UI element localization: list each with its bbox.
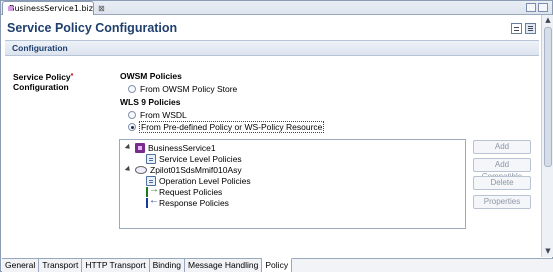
radio-indicator[interactable] (128, 85, 136, 93)
vertical-scrollbar[interactable]: ▲ ▼ (541, 15, 553, 257)
layout-toggle (511, 23, 536, 34)
tree-node-label: Request Policies (159, 186, 223, 197)
tab-http-transport[interactable]: HTTP Transport (82, 259, 150, 272)
radio-indicator-selected[interactable] (128, 123, 136, 131)
add-button[interactable]: Add (473, 140, 531, 154)
wls9-policies-heading: WLS 9 Policies (120, 97, 181, 107)
response-arrow-icon (146, 195, 159, 208)
service-policy-configuration-label: Service Policy* Configuration (13, 72, 73, 92)
tree-node-label: Operation Level Policies (159, 175, 251, 186)
tree-node-label: Response Policies (159, 197, 229, 208)
radio-from-wsdl[interactable]: From WSDL (128, 110, 187, 120)
editor-content: Service Policy Configuration Configurati… (2, 15, 540, 257)
radio-label: From OWSM Policy Store (140, 84, 238, 94)
expand-icon[interactable] (124, 165, 134, 174)
add-compatible-button[interactable]: Add Compatible (473, 158, 531, 181)
tree-node-label: Zpilot01SdsMmif010Asy (150, 164, 242, 175)
close-tab-icon[interactable]: ⊠ (98, 4, 105, 13)
tree-node-label: Service Level Policies (159, 153, 242, 164)
maximize-button[interactable] (538, 3, 548, 12)
business-service-icon (135, 142, 145, 153)
editor-tab-label: BusinessService1.biz (9, 4, 93, 13)
tree-node-operation[interactable]: Zpilot01SdsMmif010Asy (124, 164, 242, 175)
tab-policy[interactable]: Policy (262, 258, 293, 272)
page-title: Service Policy Configuration (7, 21, 178, 35)
tab-general[interactable]: General (2, 259, 40, 272)
tree-node-service-level-policies[interactable]: Service Level Policies (146, 153, 242, 164)
tree-node-response-policies[interactable]: Response Policies (146, 195, 229, 208)
scroll-up-icon[interactable]: ▲ (544, 16, 552, 24)
radio-owsm-policy-store[interactable]: From OWSM Policy Store (128, 84, 237, 94)
list-layout-icon[interactable] (525, 23, 536, 34)
radio-label: From WSDL (140, 110, 187, 120)
tree-node-label: BusinessService1 (148, 142, 216, 153)
tree-node-operation-level-policies[interactable]: Operation Level Policies (146, 175, 251, 186)
minimize-button[interactable] (526, 3, 536, 12)
window-controls (526, 3, 548, 12)
configuration-section-header[interactable]: Configuration (5, 40, 539, 56)
operation-icon (135, 165, 147, 174)
radio-label: From Pre-defined Policy or WS-Policy Res… (138, 121, 325, 133)
grid-layout-icon[interactable] (511, 23, 522, 34)
tab-message-handling[interactable]: Message Handling (184, 259, 263, 272)
required-marker: * (70, 73, 74, 80)
delete-button[interactable]: Delete (473, 176, 531, 190)
properties-button[interactable]: Properties (473, 195, 531, 209)
tree-node-service[interactable]: BusinessService1 (124, 142, 216, 153)
policy-tree[interactable]: BusinessService1 Service Level Policies … (119, 139, 466, 229)
bottom-tab-bar: General Transport HTTP Transport Binding… (2, 258, 553, 272)
editor-tab-bar: BusinessService1.biz ⊠ (1, 1, 552, 15)
expand-icon[interactable] (124, 143, 134, 152)
tab-binding[interactable]: Binding (149, 259, 185, 272)
policy-folder-icon (146, 153, 156, 164)
editor-frame: BusinessService1.biz ⊠ Service Policy Co… (0, 0, 553, 272)
field-label-line2: Configuration (13, 82, 69, 92)
radio-indicator[interactable] (128, 111, 136, 119)
radio-predefined-policy[interactable]: From Pre-defined Policy or WS-Policy Res… (128, 121, 325, 133)
scrollbar-thumb[interactable] (544, 27, 552, 167)
tab-transport[interactable]: Transport (39, 259, 83, 272)
scroll-down-icon[interactable]: ▼ (544, 247, 552, 255)
editor-tab-businessservice1[interactable]: BusinessService1.biz ⊠ (2, 1, 105, 15)
owsm-policies-heading: OWSM Policies (120, 71, 182, 81)
field-label-line1: Service Policy (13, 72, 71, 82)
